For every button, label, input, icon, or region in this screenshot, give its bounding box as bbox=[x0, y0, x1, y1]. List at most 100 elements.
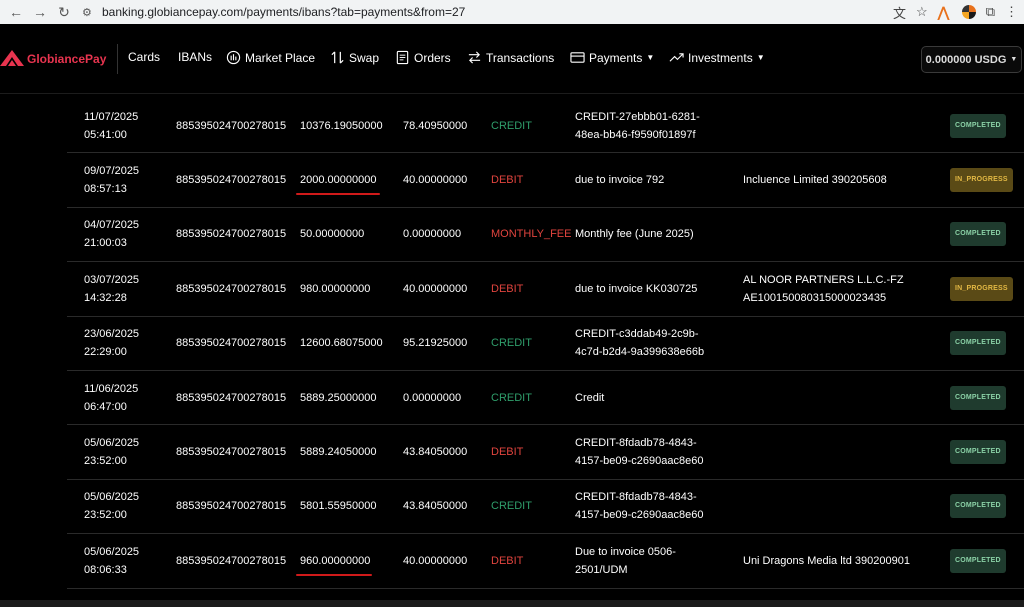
date-cell: 09/07/2025 08:57:13 bbox=[84, 153, 164, 206]
nav-ibans[interactable]: IBANs bbox=[178, 50, 212, 64]
table-row[interactable]: 04/07/2025 21:00:03 885395024700278015 50.0… bbox=[67, 208, 1024, 263]
description-line-2: 48ea-bb46-f9590f01897f bbox=[575, 128, 696, 141]
iban-cell: 885395024700278015 bbox=[176, 282, 287, 295]
description-line-1: due to invoice 792 bbox=[575, 174, 665, 187]
amount-cell: 2000.00000000 bbox=[300, 174, 377, 187]
brand-name: GlobiancePay bbox=[27, 52, 107, 66]
reload-icon[interactable]: ↻ bbox=[52, 4, 76, 21]
time-text: 21:00:03 bbox=[84, 237, 127, 250]
chevron-down-icon: ▼ bbox=[756, 53, 765, 62]
translate-icon[interactable]: 文 bbox=[893, 3, 906, 22]
fee-cell: 0.00000000 bbox=[403, 228, 462, 241]
date-cell: 11/06/2025 06:47:00 bbox=[84, 371, 164, 424]
description-line-1: CREDIT-27ebbb01-6281- bbox=[575, 110, 700, 123]
type-cell: CREDIT bbox=[491, 500, 532, 513]
description-line-1: CREDIT-8fdadb78-4843- bbox=[575, 437, 697, 450]
address-bar[interactable]: ⚙ banking.globiancepay.com/payments/iban… bbox=[76, 0, 930, 24]
extension-wallet-icon[interactable] bbox=[961, 5, 976, 19]
description-line-1: CREDIT-c3ddab49-2c9b- bbox=[575, 328, 699, 341]
nav-payments[interactable]: Payments ▼ bbox=[570, 50, 654, 65]
iban-cell: 885395024700278015 bbox=[176, 119, 287, 132]
date-cell: 11/07/2025 05:41:00 bbox=[84, 99, 164, 152]
description-cell: Due to invoice 0506- 2501/UDM bbox=[575, 534, 735, 587]
table-row[interactable]: 11/07/2025 05:41:00 885395024700278015 1037… bbox=[67, 99, 1024, 154]
type-cell: DEBIT bbox=[491, 554, 524, 567]
nav-market-label: Market Place bbox=[245, 50, 316, 65]
status-badge: IN_PROGRESS bbox=[950, 168, 1013, 193]
beneficiary-cell bbox=[743, 480, 943, 533]
description-line-1: Credit bbox=[575, 391, 605, 404]
extension-icon[interactable]: ⋀ bbox=[938, 5, 952, 19]
date-text: 03/07/2025 bbox=[84, 273, 140, 286]
amount-cell: 5889.25000000 bbox=[300, 391, 377, 404]
nav-divider bbox=[117, 44, 118, 74]
description-line-2: 4157-be09-c2690aac8e60 bbox=[575, 509, 704, 522]
amount-cell: 12600.68075000 bbox=[300, 337, 383, 350]
description-cell: CREDIT-27ebbb01-6281- 48ea-bb46-f9590f018… bbox=[575, 99, 735, 152]
status-badge: COMPLETED bbox=[950, 385, 1006, 410]
amount-cell: 5889.24050000 bbox=[300, 446, 377, 459]
browser-menu-icon[interactable]: ⋮ bbox=[1005, 4, 1018, 20]
table-row[interactable]: 05/06/2025 23:52:00 885395024700278015 5801… bbox=[67, 480, 1024, 535]
type-cell: DEBIT bbox=[491, 282, 524, 295]
table-row[interactable]: 11/06/2025 06:47:00 885395024700278015 5889… bbox=[67, 371, 1024, 426]
extensions-puzzle-icon[interactable]: ⧉ bbox=[986, 4, 995, 20]
iban-cell: 885395024700278015 bbox=[176, 554, 287, 567]
site-info-icon[interactable]: ⚙ bbox=[82, 6, 102, 19]
beneficiary-line-1: Incluence Limited 390205608 bbox=[743, 174, 887, 187]
description-line-1: due to invoice KK030725 bbox=[575, 282, 698, 295]
back-icon[interactable]: ← bbox=[4, 4, 28, 20]
forward-icon[interactable]: → bbox=[28, 4, 52, 20]
table-row[interactable]: 23/06/2025 22:29:00 885395024700278015 1260… bbox=[67, 317, 1024, 371]
investments-icon bbox=[669, 53, 684, 62]
iban-cell: 885395024700278015 bbox=[176, 500, 287, 513]
fee-cell: 43.84050000 bbox=[403, 500, 468, 513]
beneficiary-cell: Incluence Limited 390205608 bbox=[743, 153, 943, 206]
bookmark-star-icon[interactable]: ☆ bbox=[916, 4, 928, 20]
nav-transactions[interactable]: Transactions bbox=[467, 50, 554, 65]
date-text: 23/06/2025 bbox=[84, 328, 140, 341]
description-cell: due to invoice KK030725 bbox=[575, 262, 735, 315]
amount-cell: 50.00000000 bbox=[300, 228, 365, 241]
beneficiary-line-2: AE100150080315000023435 bbox=[743, 291, 887, 304]
status-cell: IN_PROGRESS bbox=[950, 262, 1020, 315]
table-row[interactable]: 05/06/2025 08:06:33 885395024700278015 960.… bbox=[67, 534, 1024, 589]
date-text: 05/06/2025 bbox=[84, 491, 140, 504]
iban-cell: 885395024700278015 bbox=[176, 174, 287, 187]
balance-selector[interactable]: 0.000000 USDG ▼ bbox=[921, 46, 1022, 73]
brand-logo[interactable]: GlobiancePay bbox=[0, 48, 106, 70]
beneficiary-cell: AL NOOR PARTNERS L.L.C.-FZ AE100150080315… bbox=[743, 262, 943, 315]
brand-mark-icon bbox=[0, 50, 24, 66]
status-badge: COMPLETED bbox=[950, 331, 1006, 356]
fee-cell: 0.00000000 bbox=[403, 391, 462, 404]
time-text: 14:32:28 bbox=[84, 291, 127, 304]
nav-market-place[interactable]: Market Place bbox=[226, 50, 315, 65]
nav-orders[interactable]: Orders bbox=[395, 50, 451, 65]
status-cell: COMPLETED bbox=[950, 317, 1020, 370]
swap-icon bbox=[331, 51, 344, 64]
nav-ibans-label: IBANs bbox=[178, 50, 213, 64]
nav-cards[interactable]: Cards bbox=[128, 50, 160, 64]
time-text: 22:29:00 bbox=[84, 346, 127, 359]
nav-investments[interactable]: Investments ▼ bbox=[669, 50, 765, 65]
time-text: 23:52:00 bbox=[84, 509, 127, 522]
beneficiary-cell bbox=[743, 208, 943, 261]
url-text[interactable]: banking.globiancepay.com/payments/ibans?… bbox=[102, 5, 465, 19]
transactions-icon bbox=[468, 51, 481, 64]
type-cell: CREDIT bbox=[491, 391, 532, 404]
nav-swap[interactable]: Swap bbox=[330, 50, 379, 65]
date-text: 05/06/2025 bbox=[84, 545, 140, 558]
iban-cell: 885395024700278015 bbox=[176, 446, 287, 459]
description-cell: CREDIT-8fdadb78-4843- 4157-be09-c2690aac8… bbox=[575, 425, 735, 478]
nav-swap-label: Swap bbox=[349, 50, 380, 65]
table-row[interactable]: 05/06/2025 23:52:00 885395024700278015 5889… bbox=[67, 425, 1024, 480]
nav-transactions-label: Transactions bbox=[486, 50, 555, 65]
market-place-icon bbox=[226, 50, 241, 65]
page-bottom-edge bbox=[0, 600, 1024, 607]
description-line-1: CREDIT-8fdadb78-4843- bbox=[575, 491, 697, 504]
type-cell: DEBIT bbox=[491, 174, 524, 187]
table-row[interactable]: 09/07/2025 08:57:13 885395024700278015 2000… bbox=[67, 153, 1024, 208]
table-row[interactable]: 03/07/2025 14:32:28 885395024700278015 980.… bbox=[67, 262, 1024, 317]
description-cell: CREDIT-8fdadb78-4843- 4157-be09-c2690aac8… bbox=[575, 480, 735, 533]
fee-cell: 40.00000000 bbox=[403, 282, 468, 295]
